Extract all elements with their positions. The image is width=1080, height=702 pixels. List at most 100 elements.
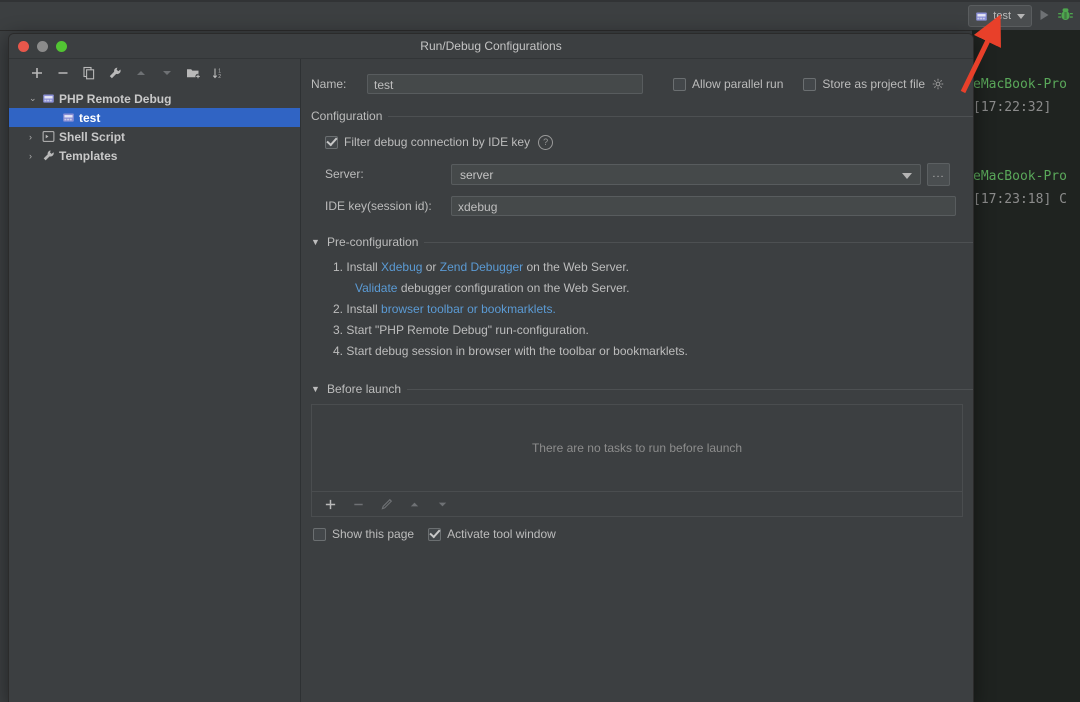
terminal-output: eMacBook-Pro [17:22:32] eMacBook-Pro [17… <box>972 30 1080 702</box>
server-browse-button[interactable]: ... <box>927 163 950 186</box>
add-configuration-button[interactable] <box>29 65 45 81</box>
run-configuration-selector[interactable]: test <box>968 5 1032 27</box>
filter-debug-connection-label: Filter debug connection by IDE key <box>344 135 530 149</box>
minimize-button[interactable] <box>37 41 48 52</box>
before-launch-group-header[interactable]: ▼ Before launch <box>311 382 973 396</box>
configurations-tree: ⌄ PHP Remote Debug <box>9 89 300 165</box>
zend-debugger-link[interactable]: Zend Debugger <box>440 260 523 274</box>
checkbox-box[interactable] <box>325 136 338 149</box>
name-label: Name: <box>311 77 367 91</box>
tree-toolbar: 1 2 <box>9 59 300 87</box>
help-icon[interactable]: ? <box>538 135 553 150</box>
run-debug-configurations-dialog: Run/Debug Configurations <box>8 33 974 702</box>
chevron-down-icon[interactable] <box>902 173 912 179</box>
remove-configuration-button[interactable] <box>55 65 71 81</box>
pre-configuration-group: ▼ Pre-configuration 1. Install Xdebug or… <box>301 235 973 362</box>
filter-debug-connection-checkbox[interactable]: Filter debug connection by IDE key <box>325 135 530 149</box>
maximize-button[interactable] <box>56 41 67 52</box>
before-launch-toolbar <box>311 491 963 517</box>
folder-add-icon[interactable] <box>185 65 201 81</box>
copy-configuration-button[interactable] <box>81 65 97 81</box>
show-this-page-label: Show this page <box>332 527 414 541</box>
debug-button[interactable] <box>1057 6 1074 24</box>
step-number: 3. <box>333 323 343 337</box>
step-text: Install <box>346 302 381 316</box>
chevron-down-icon[interactable] <box>1017 14 1025 19</box>
bottom-options: Show this page Activate tool window <box>313 527 973 541</box>
terminal-blank-line <box>972 142 1080 165</box>
caret-down-icon[interactable]: ▼ <box>311 384 321 394</box>
server-label: Server: <box>325 167 451 181</box>
tree-item-templates[interactable]: › Templates <box>9 146 300 165</box>
edit-task-button <box>378 496 394 512</box>
caret-down-icon[interactable]: ▼ <box>311 237 321 247</box>
sort-configurations-button[interactable]: 1 2 <box>211 65 227 81</box>
twisty-icon[interactable]: ⌄ <box>29 93 41 104</box>
edit-templates-button[interactable] <box>107 65 123 81</box>
tree-item-label: test <box>79 111 100 125</box>
terminal-timestamp: [17:22:32] <box>973 100 1051 115</box>
close-button[interactable] <box>18 41 29 52</box>
server-value: server <box>460 168 493 182</box>
activate-tool-window-checkbox[interactable]: Activate tool window <box>428 527 556 541</box>
gear-icon[interactable] <box>930 76 946 92</box>
step-number: 2. <box>333 302 343 316</box>
ide-key-label: IDE key(session id): <box>325 199 451 213</box>
before-launch-tasks-list[interactable]: There are no tasks to run before launch <box>311 404 963 491</box>
twisty-icon[interactable]: › <box>29 132 41 142</box>
window-controls <box>18 41 67 52</box>
server-combobox[interactable]: server <box>451 164 921 185</box>
allow-parallel-run-checkbox[interactable]: Allow parallel run <box>673 77 783 91</box>
step-text: Install <box>346 260 381 274</box>
step-number: 4. <box>333 344 343 358</box>
show-this-page-checkbox[interactable]: Show this page <box>313 527 414 541</box>
step-text: Start "PHP Remote Debug" run-configurati… <box>346 323 588 337</box>
tree-item-shell-script[interactable]: › Shell Script <box>9 127 300 146</box>
dialog-titlebar: Run/Debug Configurations <box>9 34 973 59</box>
pre-configuration-group-header[interactable]: ▼ Pre-configuration <box>311 235 973 249</box>
name-row: Name: test Allow parallel run Store as p… <box>301 73 973 95</box>
php-remote-debug-icon <box>973 8 989 24</box>
validate-link[interactable]: Validate <box>355 281 397 295</box>
browser-toolbar-link[interactable]: browser toolbar or bookmarklets. <box>381 302 556 316</box>
php-remote-debug-icon <box>41 92 55 106</box>
configuration-form-panel: Name: test Allow parallel run Store as p… <box>301 59 973 702</box>
empty-tasks-message: There are no tasks to run before launch <box>532 441 742 455</box>
checkbox-box[interactable] <box>673 78 686 91</box>
step-number: 1. <box>333 260 343 274</box>
ide-key-row: IDE key(session id): xdebug <box>311 195 973 217</box>
ide-key-input[interactable]: xdebug <box>451 196 956 216</box>
tree-item-test[interactable]: test <box>9 108 300 127</box>
terminal-blank-line <box>972 119 1080 142</box>
tree-item-php-remote-debug[interactable]: ⌄ PHP Remote Debug <box>9 89 300 108</box>
shell-script-icon <box>41 130 55 144</box>
task-move-up-button <box>406 496 422 512</box>
move-down-button <box>159 65 175 81</box>
divider <box>424 242 973 243</box>
toolbar-top-divider <box>0 0 1080 2</box>
name-input[interactable]: test <box>367 74 643 94</box>
activate-tool-window-label: Activate tool window <box>447 527 556 541</box>
twisty-icon[interactable]: › <box>29 151 41 161</box>
task-move-down-button <box>434 496 450 512</box>
pre-configuration-step: Validate debugger configuration on the W… <box>333 278 973 299</box>
run-button[interactable] <box>1036 7 1052 23</box>
terminal-line: eMacBook-Pro <box>972 73 1080 96</box>
terminal-timestamp: [17:23:18] <box>973 192 1051 207</box>
terminal-host: eMacBook-Pro <box>973 77 1067 92</box>
before-launch-group: ▼ Before launch <box>301 382 973 396</box>
add-task-button[interactable] <box>322 496 338 512</box>
step-text: on the Web Server. <box>523 260 629 274</box>
checkbox-box[interactable] <box>803 78 816 91</box>
server-row: Server: server ... <box>311 163 973 185</box>
checkbox-box[interactable] <box>428 528 441 541</box>
run-configuration-label: test <box>993 7 1011 25</box>
store-as-project-file-label: Store as project file <box>822 77 925 91</box>
pre-configuration-group-title: Pre-configuration <box>327 235 418 249</box>
store-as-project-file-checkbox[interactable]: Store as project file <box>803 77 925 91</box>
xdebug-link[interactable]: Xdebug <box>381 260 422 274</box>
checkbox-box[interactable] <box>313 528 326 541</box>
step-text: debugger configuration on the Web Server… <box>397 281 629 295</box>
terminal-host: eMacBook-Pro <box>973 169 1067 184</box>
pre-configuration-step: 3. Start "PHP Remote Debug" run-configur… <box>333 320 973 341</box>
